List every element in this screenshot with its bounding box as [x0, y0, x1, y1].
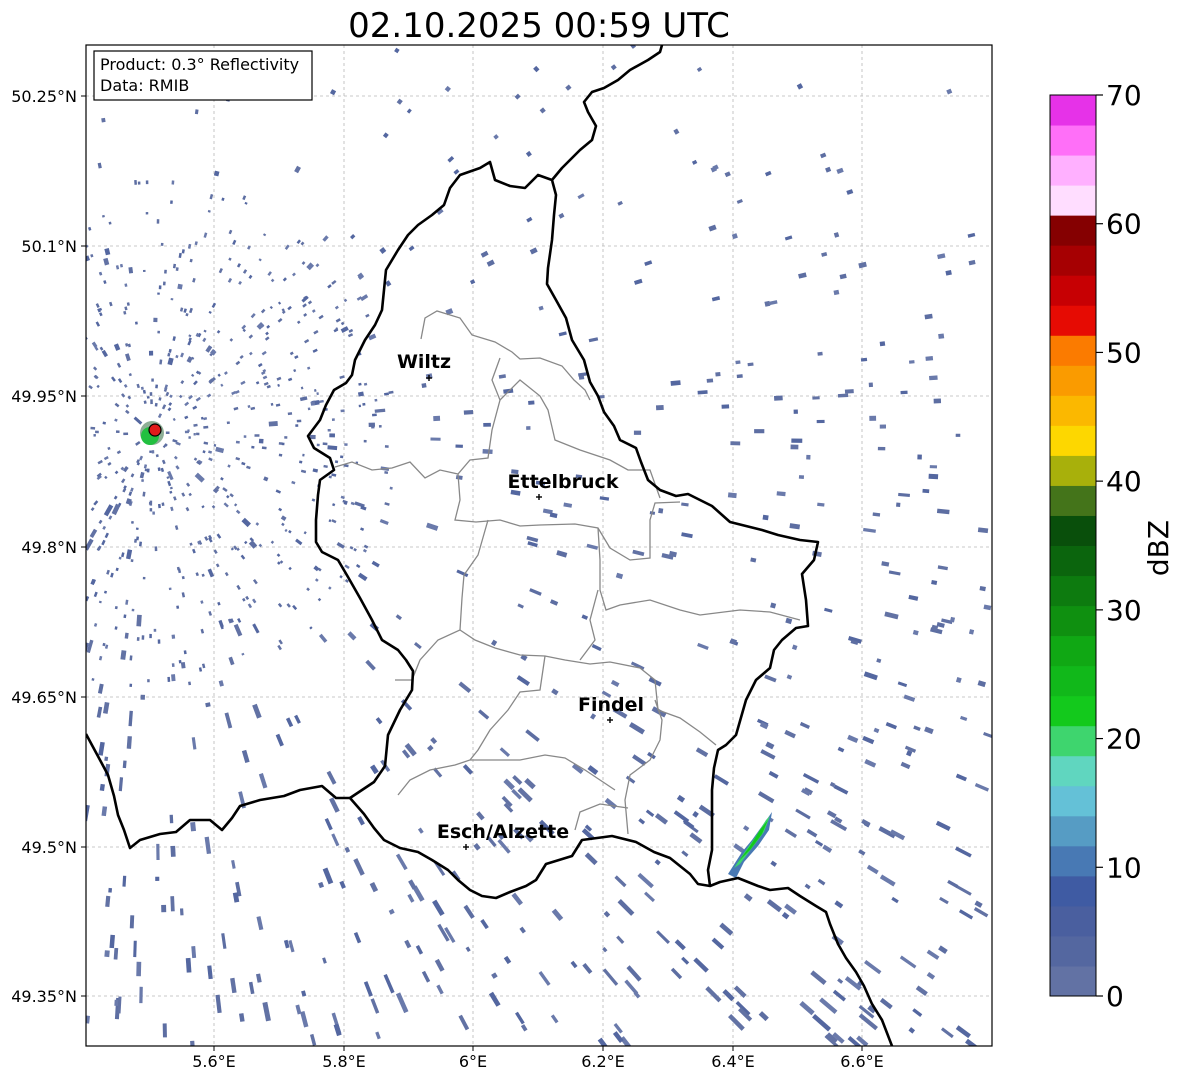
colorbar-segment: [1050, 575, 1096, 607]
y-tick-label: 50.25°N: [11, 87, 77, 106]
info-box: Product: 0.3° Reflectivity Data: RMIB: [93, 50, 313, 101]
colorbar-segment: [1050, 485, 1096, 516]
colorbar-tick-label: 30: [1106, 594, 1142, 627]
colorbar-segment: [1050, 935, 1096, 967]
colorbar-segment: [1050, 395, 1096, 426]
city-label-findel: Findel: [578, 694, 644, 716]
colorbar-segment: [1050, 515, 1096, 546]
colorbar-segment: [1050, 245, 1096, 276]
colorbar-segment: [1050, 215, 1096, 246]
map-area: [86, 45, 992, 1046]
colorbar-segment: [1050, 185, 1096, 216]
colorbar-segment: [1050, 875, 1096, 907]
colorbar-segment: [1050, 665, 1096, 697]
colorbar-segment: [1050, 365, 1096, 396]
colorbar-segment: [1050, 755, 1096, 787]
colorbar: 0 10 20 30 40 50 60 70 dBZ: [1049, 79, 1175, 1013]
colorbar-segment: [1050, 95, 1096, 126]
colorbar-segment: [1050, 155, 1096, 186]
colorbar-segment: [1050, 305, 1096, 336]
x-tick-label: 6°E: [459, 1052, 487, 1071]
x-tick-label: 6.6°E: [840, 1052, 884, 1071]
y-tick-label: 50.1°N: [21, 237, 77, 256]
x-axis-ticks: 5.6°E 5.8°E 6°E 6.2°E 6.4°E 6.6°E: [192, 1046, 884, 1071]
colorbar-segment: [1050, 425, 1096, 456]
y-axis-ticks: 50.25°N 50.1°N 49.95°N 49.8°N 49.65°N 49…: [11, 87, 86, 1006]
colorbar-ticks: 0 10 20 30 40 50 60 70: [1096, 79, 1142, 1013]
y-tick-label: 49.5°N: [21, 838, 77, 857]
y-tick-label: 49.65°N: [11, 688, 77, 707]
colorbar-segments: [1050, 95, 1096, 997]
y-tick-label: 49.8°N: [21, 538, 77, 557]
colorbar-tick-label: 0: [1106, 980, 1124, 1013]
colorbar-segment: [1050, 905, 1096, 937]
colorbar-segment: [1050, 275, 1096, 306]
radar-map-figure: 02.10.2025 00:59 UTC Product: 0.3° Refle…: [11, 6, 1175, 1071]
colorbar-segment: [1050, 605, 1096, 637]
y-tick-label: 49.95°N: [11, 387, 77, 406]
x-tick-label: 5.6°E: [192, 1052, 236, 1071]
x-tick-label: 6.2°E: [581, 1052, 625, 1071]
colorbar-segment: [1050, 455, 1096, 486]
x-tick-label: 5.8°E: [322, 1052, 366, 1071]
city-label-wiltz: Wiltz: [397, 351, 451, 373]
x-tick-label: 6.4°E: [711, 1052, 755, 1071]
colorbar-segment: [1050, 635, 1096, 667]
data-source-label: Data: RMIB: [100, 76, 189, 95]
city-label-esch-alzette: Esch/Alzette: [437, 821, 569, 843]
colorbar-segment: [1050, 965, 1096, 997]
colorbar-segment: [1050, 725, 1096, 757]
colorbar-tick-label: 60: [1106, 208, 1142, 241]
map-title: 02.10.2025 00:59 UTC: [348, 6, 730, 46]
colorbar-tick-label: 10: [1106, 851, 1142, 884]
colorbar-segment: [1050, 125, 1096, 156]
y-tick-label: 49.35°N: [11, 987, 77, 1006]
colorbar-label: dBZ: [1142, 520, 1175, 576]
colorbar-tick-label: 20: [1106, 723, 1142, 756]
colorbar-segment: [1050, 545, 1096, 577]
colorbar-segment: [1050, 845, 1096, 877]
radar-site-marker: [140, 421, 164, 445]
colorbar-tick-label: 70: [1106, 79, 1142, 112]
colorbar-segment: [1050, 815, 1096, 847]
colorbar-segment: [1050, 335, 1096, 366]
colorbar-tick-label: 50: [1106, 336, 1142, 369]
product-label: Product: 0.3° Reflectivity: [100, 55, 299, 74]
colorbar-segment: [1050, 695, 1096, 727]
city-label-ettelbruck: Ettelbruck: [508, 471, 619, 493]
colorbar-segment: [1050, 785, 1096, 817]
colorbar-tick-label: 40: [1106, 465, 1142, 498]
